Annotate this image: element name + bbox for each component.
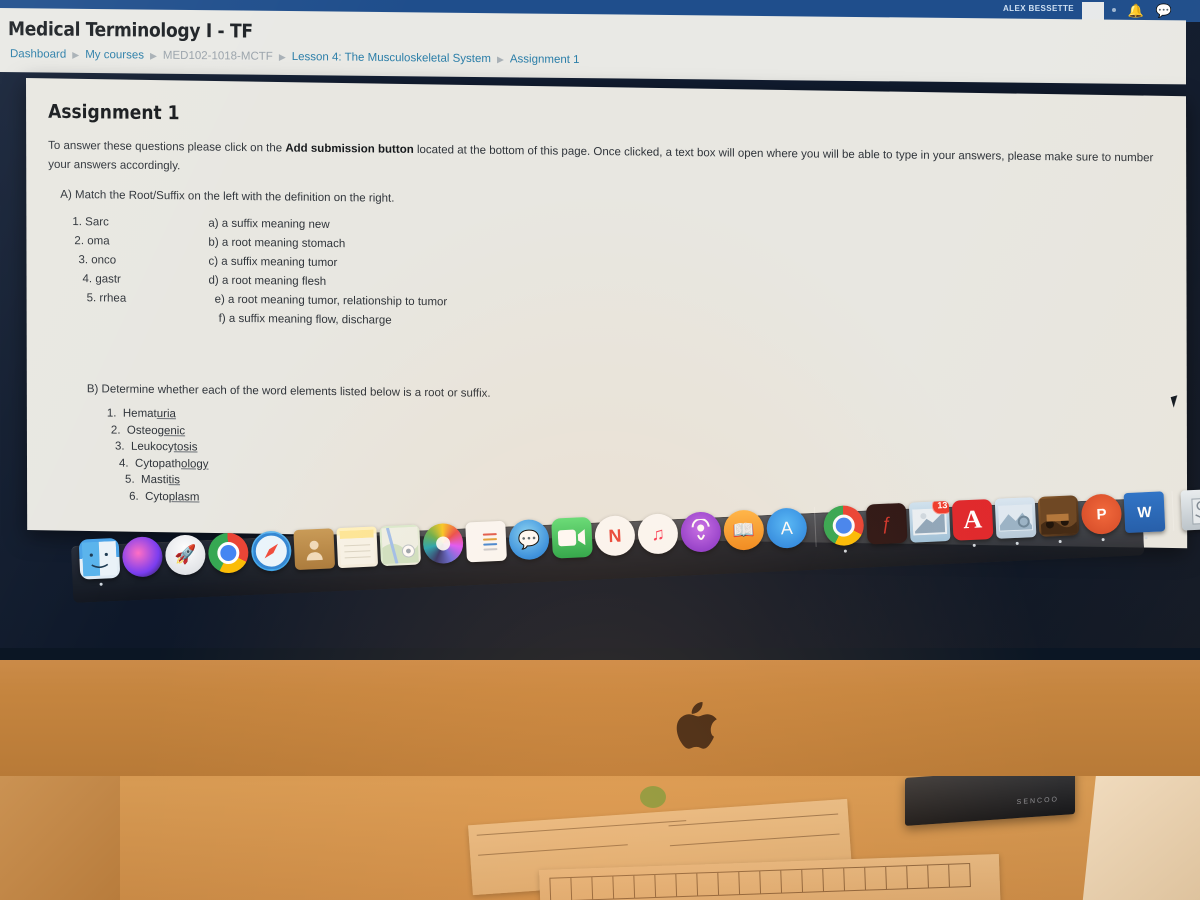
paper-grid <box>549 862 971 900</box>
finder-icon[interactable] <box>78 537 121 586</box>
breadcrumb-item-course-code[interactable]: MED102-1018-MCTF <box>163 50 273 63</box>
matching-term: 3. onco <box>78 254 117 267</box>
intro-text-before: To answer these questions please click o… <box>48 139 286 155</box>
matching-definitions-column: a) a suffix meaning new b) a root meanin… <box>208 215 728 335</box>
list-item-number: 5. <box>125 474 135 487</box>
apple-logo-icon <box>676 700 718 752</box>
dock-running-indicator <box>1101 538 1105 542</box>
dock-divider <box>1171 490 1175 531</box>
podcasts-icon[interactable] <box>680 511 722 553</box>
preview-icon[interactable] <box>994 497 1037 546</box>
matching-term: 1. Sarc <box>72 216 109 229</box>
assignment-title: Assignment 1 <box>48 100 180 125</box>
trash-icon[interactable] <box>1180 488 1200 531</box>
section-a-matching: 1. Sarc 2. oma 3. onco 4. gastr 5. rrhea… <box>68 213 1164 339</box>
mail-icon[interactable]: 13 <box>908 500 951 543</box>
breadcrumb-separator-icon: ▶ <box>72 49 80 60</box>
breadcrumb-item-lesson[interactable]: Lesson 4: The Musculoskeletal System <box>292 51 491 65</box>
notes-icon[interactable] <box>336 526 379 569</box>
contacts-icon[interactable] <box>293 528 336 571</box>
screen: rtuf ant _files l Stick ALEX BESSETTE <box>0 0 1200 648</box>
section-b-prompt: B) Determine whether each of the word el… <box>86 383 491 400</box>
list-item-underlined: genic <box>157 424 186 437</box>
breadcrumb-item-assignment[interactable]: Assignment 1 <box>510 53 580 66</box>
list-item-head: Osteo <box>126 424 158 437</box>
books-icon[interactable]: 📖 <box>722 509 765 551</box>
matching-term: 5. rrhea <box>86 292 127 305</box>
list-item-underlined: ology <box>181 458 209 471</box>
launchpad-icon[interactable]: 🚀 <box>164 534 207 576</box>
chat-icon[interactable]: 💬 <box>1156 3 1172 19</box>
dock-running-indicator <box>1058 539 1062 544</box>
speaker-brand-label: SENCOO <box>1016 796 1059 807</box>
dock-running-indicator <box>1144 536 1148 540</box>
dock-running-indicator <box>99 582 103 586</box>
list-item-head: Masti <box>141 474 169 487</box>
game-icon[interactable] <box>1037 495 1080 544</box>
navbar-tile[interactable] <box>1082 2 1104 20</box>
list-item-number: 4. <box>118 457 129 470</box>
breadcrumb: Dashboard ▶ My courses ▶ MED102-1018-MCT… <box>10 48 580 66</box>
list-item-head: Hemat <box>122 407 157 421</box>
breadcrumb-separator-icon: ▶ <box>496 53 504 64</box>
navbar-dot-icon <box>1112 8 1116 12</box>
matching-term: 4. gastr <box>82 273 121 286</box>
acrobat-glyph: А <box>962 504 983 535</box>
photo-scene: FLIGHT LOG SENCOO rtuf <box>0 0 1200 900</box>
reminders-lines <box>475 530 498 554</box>
desk-object-green <box>640 786 666 808</box>
powerpoint-icon[interactable]: P <box>1080 493 1123 542</box>
list-item-number: 3. <box>114 440 125 453</box>
flash-player-icon[interactable]: ƒ <box>865 502 908 545</box>
list-item-head: Leukocy <box>130 440 174 454</box>
breadcrumb-separator-icon: ▶ <box>278 51 286 62</box>
messages-icon[interactable]: 💬 <box>508 518 550 561</box>
siri-icon[interactable] <box>121 535 164 578</box>
dock-badge: 13 <box>931 500 951 515</box>
list-item-head: Cytopath <box>134 457 182 471</box>
reminders-icon[interactable] <box>465 520 507 563</box>
news-icon[interactable]: N <box>594 514 636 557</box>
list-item-underlined: tis <box>168 474 181 487</box>
safari-icon[interactable] <box>250 530 293 572</box>
navbar-user-label[interactable]: ALEX BESSETTE <box>1003 4 1074 13</box>
list-item-underlined: uria <box>156 408 176 421</box>
list-item-underlined: plasm <box>168 491 200 504</box>
dock-running-indicator <box>1015 541 1019 546</box>
list-item-underlined: tosis <box>173 441 198 454</box>
breadcrumb-item-dashboard[interactable]: Dashboard <box>10 48 66 61</box>
appstore-icon[interactable]: A <box>765 507 808 550</box>
list-item-number: 2. <box>110 424 121 437</box>
list-item-head: Cyto <box>145 490 169 504</box>
maps-icon[interactable] <box>379 524 422 567</box>
matching-terms-column: 1. Sarc 2. oma 3. onco 4. gastr 5. rrhea <box>68 213 208 329</box>
photos-icon[interactable] <box>422 522 465 565</box>
facetime-icon[interactable] <box>551 516 593 559</box>
matching-term: 2. oma <box>74 235 110 248</box>
dock-running-indicator <box>843 549 847 553</box>
dock-running-indicator <box>972 543 976 547</box>
dock-divider <box>813 506 817 547</box>
page-header: Medical Terminology I - TF Dashboard ▶ M… <box>0 8 1186 85</box>
assignment-card: Assignment 1 To answer these questions p… <box>26 78 1188 549</box>
assignment-intro: To answer these questions please click o… <box>48 137 1164 188</box>
chrome-icon[interactable] <box>207 532 250 574</box>
page-title: Medical Terminology I - TF <box>8 18 253 43</box>
word-icon[interactable]: W <box>1123 491 1166 540</box>
breadcrumb-item-my-courses[interactable]: My courses <box>85 49 144 62</box>
add-submission-emphasis: Add submission button <box>285 142 414 156</box>
section-a-prompt: A) Match the Root/Suffix on the left wit… <box>60 188 395 205</box>
bell-icon[interactable]: 🔔 <box>1128 3 1144 19</box>
breadcrumb-separator-icon: ▶ <box>149 50 157 61</box>
list-item-number: 6. <box>129 490 139 503</box>
acrobat-icon[interactable]: А <box>951 499 994 547</box>
chrome-running-icon[interactable] <box>822 504 865 553</box>
list-item-number: 1. <box>106 407 117 420</box>
music-icon[interactable]: ♫ <box>637 513 679 555</box>
